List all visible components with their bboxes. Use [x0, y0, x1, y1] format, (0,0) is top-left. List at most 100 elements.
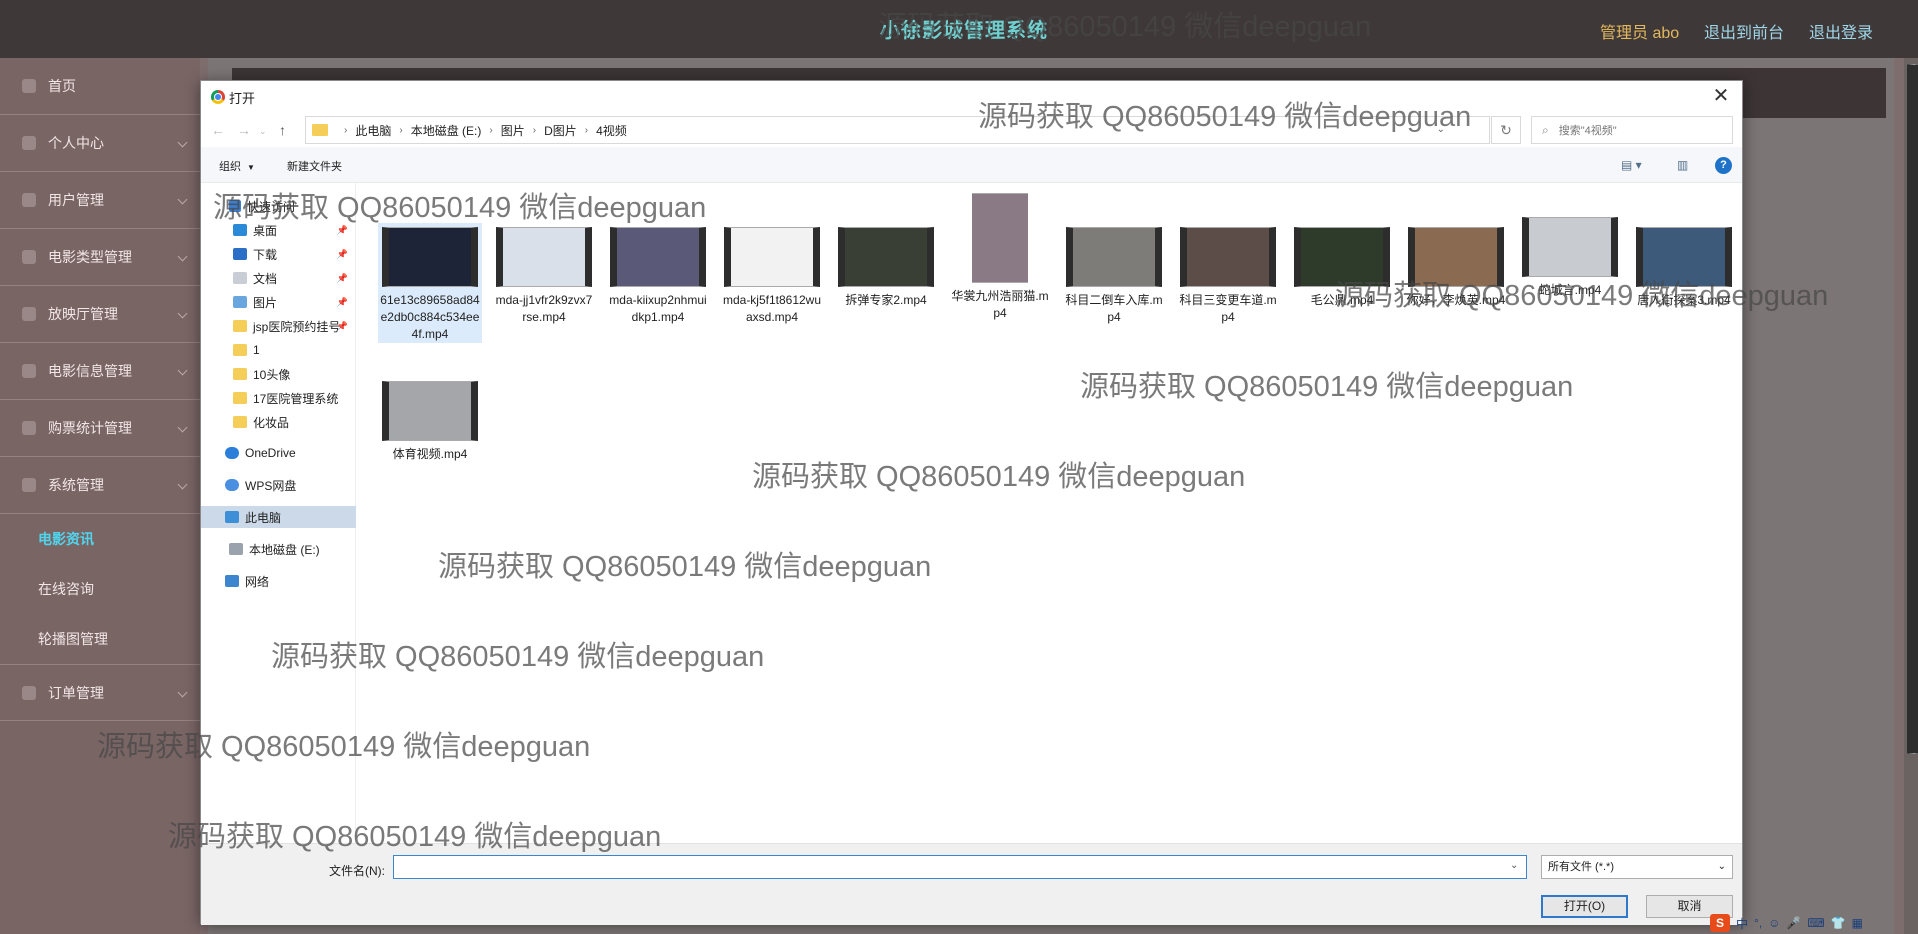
sidebar-item-label: 个人中心: [48, 135, 104, 151]
back-button[interactable]: ←: [211, 122, 225, 138]
breadcrumb-item[interactable]: 4视频: [596, 122, 627, 139]
sidebar-item-orders[interactable]: 订单管理: [0, 664, 200, 721]
home-icon: [22, 79, 36, 93]
nav-item-folder[interactable]: 1: [201, 339, 356, 361]
refresh-button[interactable]: ↻: [1491, 116, 1521, 144]
view-options-icon[interactable]: ▤ ▾: [1621, 158, 1642, 172]
sidebar-item-ticket-stats[interactable]: 购票统计管理: [0, 400, 200, 457]
sidebar-item-movie-types[interactable]: 电影类型管理: [0, 229, 200, 286]
new-folder-button[interactable]: 新建文件夹: [287, 158, 342, 174]
microphone-icon[interactable]: 🎤: [1786, 916, 1801, 930]
sidebar-item-system[interactable]: 系统管理: [0, 457, 200, 514]
chevron-down-icon[interactable]: ⌄: [1437, 124, 1445, 135]
nav-item-downloads[interactable]: 下载 📌: [201, 243, 356, 265]
nav-item-folder[interactable]: 10头像: [201, 363, 356, 385]
file-item[interactable]: mda-jj1vfr2k9zvx7rse.mp4: [492, 223, 596, 326]
download-icon: [233, 248, 247, 260]
organize-button[interactable]: 组织 ▼: [219, 158, 255, 174]
file-item[interactable]: mda-kj5f1t8612wuaxsd.mp4: [720, 223, 824, 326]
punctuation-icon[interactable]: °,: [1754, 916, 1762, 930]
folder-icon: [233, 368, 247, 380]
breadcrumb-item[interactable]: 本地磁盘 (E:): [411, 122, 482, 139]
skin-icon[interactable]: 👕: [1831, 916, 1846, 930]
nav-item-quick-access[interactable]: 快速访问: [201, 195, 356, 217]
file-item[interactable]: 拆弹专家2.mp4: [834, 223, 938, 309]
file-type-select[interactable]: 所有文件 (*.*) ⌄: [1541, 855, 1733, 879]
system-icon: [22, 478, 36, 492]
file-item[interactable]: 唐人街探案3.mp4: [1632, 223, 1736, 309]
ime-language-indicator[interactable]: 中: [1736, 915, 1748, 932]
recent-dropdown-icon[interactable]: ⌄: [259, 126, 267, 137]
keyboard-icon[interactable]: ⌨: [1807, 916, 1824, 930]
dialog-titlebar[interactable]: 打开 ✕: [201, 81, 1742, 113]
nav-label: 文档: [253, 271, 278, 286]
file-item[interactable]: 体育视频.mp4: [378, 377, 482, 463]
breadcrumb-item[interactable]: 此电脑: [355, 122, 391, 139]
video-thumbnail: [1066, 227, 1162, 287]
video-thumbnail: [496, 227, 592, 287]
nav-label: 化妆品: [253, 415, 290, 430]
address-bar[interactable]: › 此电脑 › 本地磁盘 (E:) › 图片 › D图片 › 4视频 ⌄: [305, 116, 1490, 144]
close-button[interactable]: ✕: [1706, 83, 1736, 109]
file-item[interactable]: mda-kiixup2nhmuidkp1.mp4: [606, 223, 710, 326]
nav-item-network[interactable]: 网络: [201, 570, 356, 592]
nav-item-local-disk[interactable]: 本地磁盘 (E:): [201, 538, 356, 560]
nav-item-desktop[interactable]: 桌面 📌: [201, 219, 356, 241]
search-input[interactable]: ⌕ 搜索"4视频": [1531, 116, 1733, 144]
nav-item-pictures[interactable]: 图片 📌: [201, 291, 356, 313]
sidebar-item-profile[interactable]: 个人中心: [0, 115, 200, 172]
nav-item-this-pc[interactable]: 此电脑: [201, 506, 356, 528]
file-item[interactable]: 科目三变更车道.mp4: [1176, 223, 1280, 326]
nav-item-wps[interactable]: WPS网盘: [201, 474, 356, 496]
nav-item-folder[interactable]: jsp医院预约挂号 📌: [201, 315, 356, 337]
file-item[interactable]: 毛公鼎.mp4: [1290, 223, 1394, 309]
page-scrollbar[interactable]: [1904, 58, 1918, 934]
address-row: ← → ⌄ ↑ › 此电脑 › 本地磁盘 (E:) › 图片 › D图片 › 4视频 ⌄…: [201, 113, 1742, 147]
dialog-footer: 文件名(N): ⌄ 所有文件 (*.*) ⌄ 打开(O) 取消: [201, 843, 1742, 925]
app-title: 小徐影城管理系统: [880, 20, 1048, 42]
up-button[interactable]: ↑: [279, 122, 286, 138]
open-button[interactable]: 打开(O): [1541, 895, 1628, 918]
chevron-down-icon: [177, 194, 188, 205]
file-item[interactable]: 蛇城言.mp4: [1518, 213, 1622, 299]
back-to-front-link[interactable]: 退出到前台: [1704, 19, 1784, 43]
breadcrumb: › 此电脑 › 本地磁盘 (E:) › 图片 › D图片 › 4视频: [344, 122, 627, 139]
sogou-ime-icon[interactable]: S: [1710, 914, 1730, 932]
file-name: mda-kj5f1t8612wuaxsd.mp4: [722, 293, 822, 324]
nav-item-onedrive[interactable]: OneDrive: [201, 442, 356, 464]
file-item[interactable]: 华裳九州浩丽猫.mp4: [948, 193, 1052, 322]
scrollbar-thumb[interactable]: [1907, 64, 1918, 754]
forward-button[interactable]: →: [237, 122, 251, 138]
filename-input[interactable]: [393, 855, 1527, 879]
folder-icon: [233, 416, 247, 428]
navigation-pane: 快速访问 桌面 📌 下载 📌 文档 📌 图片 📌 jsp医院预约挂号 📌 1 10头像 1…: [201, 183, 356, 925]
sidebar-item-home[interactable]: 首页: [0, 58, 200, 115]
sidebar-item-halls[interactable]: 放映厅管理: [0, 286, 200, 343]
file-item[interactable]: 科目二倒车入库.mp4: [1062, 223, 1166, 326]
sidebar-subitem-carousel[interactable]: 轮播图管理: [0, 614, 200, 664]
sidebar-subitem-movie-news[interactable]: 电影资讯: [0, 514, 200, 564]
file-name: mda-jj1vfr2k9zvx7rse.mp4: [495, 293, 593, 324]
breadcrumb-item[interactable]: D图片: [544, 122, 577, 139]
breadcrumb-item[interactable]: 图片: [501, 122, 525, 139]
help-icon[interactable]: ?: [1715, 157, 1732, 174]
nav-label: WPS网盘: [245, 478, 297, 493]
nav-item-documents[interactable]: 文档 📌: [201, 267, 356, 289]
sidebar-item-movies[interactable]: 电影信息管理: [0, 343, 200, 400]
category-icon: [22, 250, 36, 264]
nav-label: 本地磁盘 (E:): [249, 542, 320, 557]
video-thumbnail: [382, 381, 478, 441]
toolbox-icon[interactable]: ▦: [1852, 916, 1863, 930]
preview-pane-icon[interactable]: ▥: [1677, 158, 1688, 172]
folder-icon: [233, 320, 247, 332]
chevron-down-icon[interactable]: ⌄: [1510, 860, 1518, 871]
sidebar-item-users[interactable]: 用户管理: [0, 172, 200, 229]
file-item[interactable]: 61e13c89658ad84e2db0c884c534ee4f.mp4: [378, 223, 482, 343]
app-header: 小徐影城管理系统 管理员 abo 退出到前台 退出登录: [0, 0, 1918, 58]
nav-item-folder[interactable]: 17医院管理系统: [201, 387, 356, 409]
emoji-icon[interactable]: ☺: [1768, 916, 1780, 930]
file-item[interactable]: 你好，李焕英.mp4: [1404, 223, 1508, 309]
nav-item-folder[interactable]: 化妆品: [201, 411, 356, 433]
logout-link[interactable]: 退出登录: [1809, 19, 1873, 43]
sidebar-subitem-consult[interactable]: 在线咨询: [0, 564, 200, 614]
